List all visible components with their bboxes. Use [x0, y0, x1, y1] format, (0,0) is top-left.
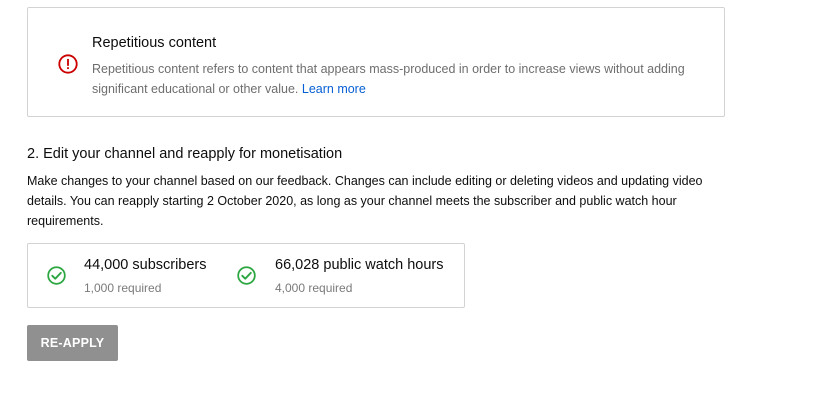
requirement-subscribers: 44,000 subscribers 1,000 required: [28, 244, 228, 307]
issue-description: Repetitious content refers to content th…: [92, 59, 692, 99]
requirement-threshold: 4,000 required: [275, 281, 353, 295]
policy-issue-card: Repetitious content Repetitious content …: [27, 7, 725, 117]
requirement-threshold: 1,000 required: [84, 281, 162, 295]
step-description: Make changes to your channel based on ou…: [27, 174, 703, 228]
issue-description-text: Repetitious content refers to content th…: [92, 62, 685, 96]
requirement-watch-hours: 66,028 public watch hours 4,000 required: [228, 244, 464, 307]
requirements-card: 44,000 subscribers 1,000 required 66,028…: [27, 243, 465, 308]
check-circle-icon: [237, 266, 256, 285]
requirement-value: 44,000 subscribers: [84, 257, 207, 273]
learn-more-link[interactable]: Learn more: [302, 82, 366, 96]
requirement-value: 66,028 public watch hours: [275, 257, 444, 273]
alert-circle-icon: [58, 54, 78, 74]
issue-title: Repetitious content: [92, 35, 217, 51]
reapply-button[interactable]: RE-APPLY: [27, 325, 118, 361]
step-heading: 2. Edit your channel and reapply for mon…: [27, 146, 343, 162]
check-circle-icon: [47, 266, 66, 285]
